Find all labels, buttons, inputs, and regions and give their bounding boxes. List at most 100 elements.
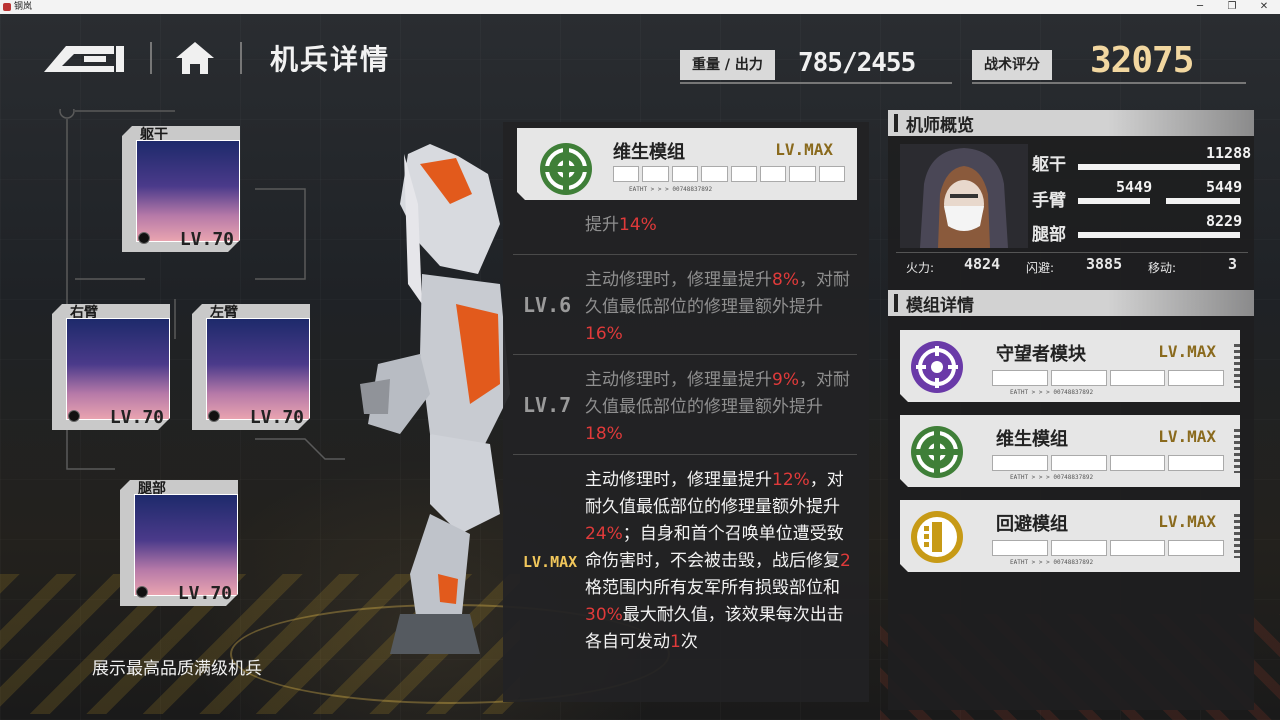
right-panel: 机师概览 躯干 11288 手臂 5449 5449 腿部 8229 火力: 4…	[888, 110, 1254, 710]
highlight-value: 8%	[772, 270, 799, 290]
card-edge	[1234, 514, 1240, 558]
level-tag: LV.7	[523, 393, 572, 417]
part-level: LV.70	[109, 407, 164, 428]
page-title: 机兵详情	[270, 43, 391, 76]
torso-label: 躯干	[1032, 155, 1066, 175]
module-name: 维生模组	[996, 429, 1068, 450]
module-code: EATHT > > > 00748837892	[1010, 559, 1094, 566]
move-label: 移动:	[1148, 261, 1177, 275]
module-level: LV.MAX	[1158, 342, 1216, 361]
module-name: 守望者模块	[996, 344, 1086, 365]
description-text: 主动修理时，修理量提升	[585, 270, 772, 290]
arm-left-value: 5449	[1116, 178, 1153, 196]
part-status-dot	[138, 232, 150, 244]
level-row: LV.6 主动修理时，修理量提升8%，对耐久值最低部位的修理量额外提升16%	[513, 254, 857, 354]
mech-figure	[360, 144, 510, 654]
life-support-module-icon	[910, 425, 964, 479]
maximize-button[interactable]: ❐	[1220, 0, 1244, 14]
window-titlebar: 钢岚 ─ ❐ ✕	[0, 0, 1280, 14]
part-card-torso[interactable]: 躯干 LV.70	[122, 126, 240, 252]
app-icon	[3, 3, 11, 11]
weight-value: 785/2455	[798, 48, 916, 78]
highlight-value: 9%	[772, 370, 799, 390]
module-level-bars	[613, 166, 845, 182]
arm-label: 手臂	[1032, 191, 1066, 211]
evasion-label: 闪避:	[1026, 261, 1055, 275]
part-level: LV.70	[179, 229, 234, 250]
highlight-value: 2	[840, 551, 851, 571]
arm-left-bar	[1078, 198, 1150, 204]
weight-stat: 重量 / 出力 785/2455	[680, 48, 952, 84]
module-code: EATHT > > > 00748837892	[1010, 389, 1094, 396]
description-text: 次	[680, 632, 698, 652]
modules-section-title: 模组详情	[906, 296, 974, 316]
card-edge	[1234, 344, 1240, 388]
module-card-guardian[interactable]: 守望者模块 LV.MAX EATHT > > > 00748837892	[900, 330, 1240, 402]
part-card-legs[interactable]: 腿部 LV.70	[120, 480, 238, 606]
description-text: ；自身和首个召唤单位遭受致命伤害时，不会被击毁，战后修复	[585, 524, 844, 571]
module-detail-header: 维生模组 LV.MAX EATHT > > > 00748837892	[517, 128, 857, 200]
description-text: 最大耐久值，该效果每次出击各自可发动	[585, 605, 844, 652]
leg-bar	[1078, 232, 1240, 238]
highlight-value: 12%	[772, 470, 810, 490]
section-marker	[894, 294, 898, 312]
part-level: LV.70	[249, 407, 304, 428]
level-description: 主动修理时，修理量提升12%，对耐久值最低部位的修理量额外提升24%；自身和首个…	[585, 467, 853, 656]
part-status-dot	[208, 410, 220, 422]
description-text: 主动修理时，修理量提升	[585, 470, 772, 490]
arm-right-value: 5449	[1206, 178, 1243, 196]
modules-section-header: 模组详情	[888, 290, 1254, 316]
arm-right-bar	[1166, 198, 1240, 204]
level-description: 主动修理时，修理量提升8%，对耐久值最低部位的修理量额外提升16%	[585, 267, 853, 348]
module-card-evasion[interactable]: 回避模组 LV.MAX EATHT > > > 00748837892	[900, 500, 1240, 572]
leg-value: 8229	[1206, 212, 1243, 230]
level-row: LV.7 主动修理时，修理量提升9%，对耐久值最低部位的修理量额外提升18%	[513, 354, 857, 454]
highlight-value: 18%	[585, 424, 623, 444]
minimize-button[interactable]: ─	[1188, 0, 1212, 14]
module-name: 回避模组	[996, 514, 1068, 535]
close-button[interactable]: ✕	[1252, 0, 1276, 14]
home-icon[interactable]	[174, 40, 216, 76]
module-level-bars	[992, 455, 1224, 471]
part-level: LV.70	[177, 583, 232, 604]
highlight-value: 16%	[585, 324, 623, 344]
module-level: LV.MAX	[1158, 427, 1216, 446]
back-icon[interactable]	[44, 42, 126, 74]
pilot-stats-row: 火力: 4824 闪避: 3885 移动: 3	[896, 252, 1248, 280]
card-edge	[1234, 429, 1240, 473]
description-text: 提升	[585, 215, 619, 235]
move-value: 3	[1228, 255, 1238, 273]
part-image	[206, 318, 310, 420]
part-image	[136, 140, 240, 242]
life-support-module-icon	[539, 142, 593, 196]
level-description: 提升14%	[585, 212, 853, 239]
module-card-life-support[interactable]: 维生模组 LV.MAX EATHT > > > 00748837892	[900, 415, 1240, 487]
part-card-left-arm[interactable]: 左臂 LV.70	[192, 304, 310, 430]
module-code: EATHT > > > 00748837892	[629, 186, 713, 193]
pilot-avatar[interactable]	[900, 144, 1028, 248]
footer-note: 展示最高品质满级机兵	[92, 659, 262, 679]
module-detail-panel[interactable]: 维生模组 LV.MAX EATHT > > > 00748837892 提升14…	[503, 122, 869, 702]
leg-label: 腿部	[1032, 225, 1066, 245]
firepower-value: 4824	[964, 255, 1001, 273]
score-label: 战术评分	[972, 50, 1052, 80]
torso-bar	[1078, 164, 1240, 170]
module-level: LV.MAX	[775, 140, 833, 159]
part-image	[134, 494, 238, 596]
guardian-module-icon	[910, 340, 964, 394]
part-status-dot	[136, 586, 148, 598]
pilot-section-title: 机师概览	[906, 116, 974, 136]
level-row: 提升14%	[513, 206, 857, 254]
highlight-value: 24%	[585, 524, 623, 544]
window-title: 钢岚	[14, 2, 33, 12]
level-tag: LV.6	[523, 293, 572, 317]
nav-separator	[150, 42, 152, 74]
score-stat: 战术评分 32075	[972, 40, 1246, 84]
highlight-value: 1	[670, 632, 681, 652]
evasion-module-icon	[910, 510, 964, 564]
part-card-right-arm[interactable]: 右臂 LV.70	[52, 304, 170, 430]
score-value: 32075	[1090, 40, 1194, 81]
weight-label: 重量 / 出力	[680, 50, 775, 80]
module-code: EATHT > > > 00748837892	[1010, 474, 1094, 481]
part-status-dot	[68, 410, 80, 422]
